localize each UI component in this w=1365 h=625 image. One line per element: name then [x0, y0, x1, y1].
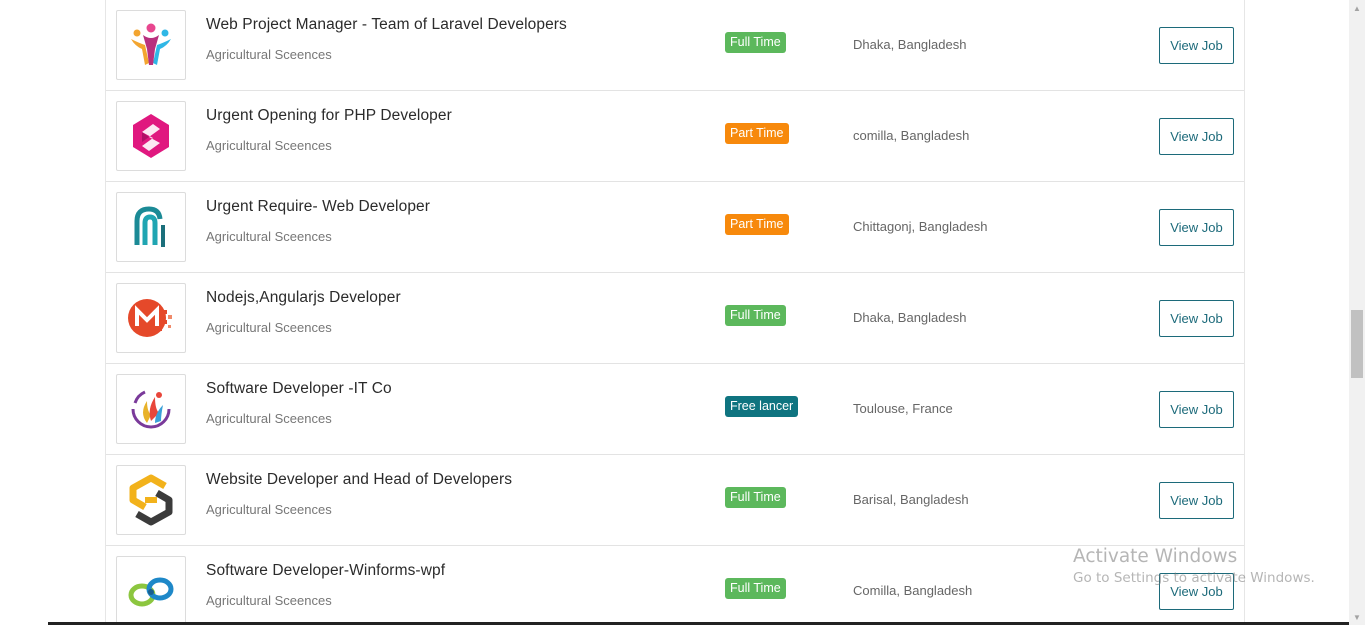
job-location: Chittagonj, Bangladesh — [853, 219, 988, 234]
job-type-badge: Full Time — [725, 578, 786, 599]
job-title[interactable]: Website Developer and Head of Developers — [206, 471, 512, 489]
job-row: Web Project Manager - Team of Laravel De… — [106, 0, 1244, 91]
company-name: Agricultural Sceences — [206, 320, 332, 335]
job-type-badge: Free lancer — [725, 396, 799, 417]
job-title[interactable]: Nodejs,Angularjs Developer — [206, 289, 401, 307]
company-logo — [116, 374, 186, 444]
job-title[interactable]: Urgent Opening for PHP Developer — [206, 107, 452, 125]
view-job-button[interactable]: View Job — [1159, 27, 1234, 64]
job-type-badge: Full Time — [725, 305, 786, 326]
flame-circle-logo-icon — [131, 390, 171, 429]
job-location: Toulouse, France — [853, 401, 953, 416]
job-row: Urgent Require- Web Developer Agricultur… — [106, 182, 1244, 273]
job-title[interactable]: Software Developer-Winforms-wpf — [206, 562, 445, 580]
m-circle-logo-icon — [128, 299, 172, 337]
hex-s-logo-icon — [129, 474, 173, 526]
view-job-button[interactable]: View Job — [1159, 118, 1234, 155]
job-type-badge: Part Time — [725, 123, 789, 144]
company-logo — [116, 283, 186, 353]
company-name: Agricultural Sceences — [206, 593, 332, 608]
view-job-button[interactable]: View Job — [1159, 300, 1234, 337]
job-title[interactable]: Web Project Manager - Team of Laravel De… — [206, 16, 567, 34]
job-location: Barisal, Bangladesh — [853, 492, 969, 507]
company-logo — [116, 192, 186, 262]
view-job-button[interactable]: View Job — [1159, 573, 1234, 610]
page: Web Project Manager - Team of Laravel De… — [0, 0, 1349, 625]
company-name: Agricultural Sceences — [206, 502, 332, 517]
company-name: Agricultural Sceences — [206, 47, 332, 62]
scrollbar-thumb[interactable] — [1351, 310, 1363, 378]
people-logo-icon — [131, 23, 171, 65]
s-hexagon-logo-icon — [133, 114, 169, 158]
job-title[interactable]: Urgent Require- Web Developer — [206, 198, 430, 216]
view-job-button[interactable]: View Job — [1159, 391, 1234, 428]
job-type-badge: Part Time — [725, 214, 789, 235]
scroll-up-arrow-icon[interactable]: ▲ — [1349, 0, 1365, 16]
job-location: Dhaka, Bangladesh — [853, 310, 967, 325]
job-row: Nodejs,Angularjs Developer Agricultural … — [106, 273, 1244, 364]
company-logo — [116, 101, 186, 171]
company-name: Agricultural Sceences — [206, 411, 332, 426]
view-job-button[interactable]: View Job — [1159, 482, 1234, 519]
job-row: Software Developer-Winforms-wpf Agricult… — [106, 546, 1244, 625]
job-location: Dhaka, Bangladesh — [853, 37, 967, 52]
job-title[interactable]: Software Developer -IT Co — [206, 380, 392, 398]
job-row: Urgent Opening for PHP Developer Agricul… — [106, 91, 1244, 182]
company-name: Agricultural Sceences — [206, 138, 332, 153]
scroll-down-arrow-icon[interactable]: ▼ — [1349, 609, 1365, 625]
job-type-badge: Full Time — [725, 487, 786, 508]
company-logo — [116, 556, 186, 625]
view-job-button[interactable]: View Job — [1159, 209, 1234, 246]
arch-logo-icon — [134, 206, 165, 247]
job-row: Website Developer and Head of Developers… — [106, 455, 1244, 546]
job-row: Software Developer -IT Co Agricultural S… — [106, 364, 1244, 455]
company-logo — [116, 465, 186, 535]
vertical-scrollbar[interactable]: ▲ ▼ — [1349, 0, 1365, 625]
company-name: Agricultural Sceences — [206, 229, 332, 244]
job-type-badge: Full Time — [725, 32, 786, 53]
job-location: comilla, Bangladesh — [853, 128, 970, 143]
job-location: Comilla, Bangladesh — [853, 583, 973, 598]
job-list: Web Project Manager - Team of Laravel De… — [105, 0, 1245, 625]
infinity-logo-icon — [128, 577, 174, 607]
company-logo — [116, 10, 186, 80]
